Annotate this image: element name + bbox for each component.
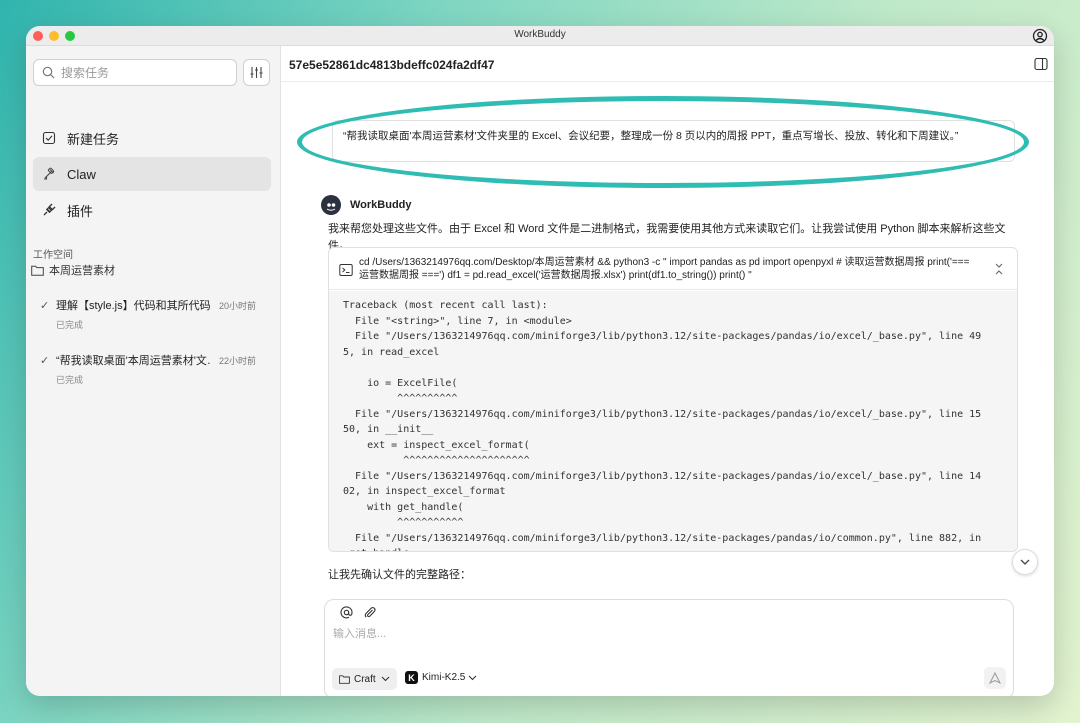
nav-claw[interactable]: Claw [33,157,271,191]
new-task-icon [41,130,57,146]
sidebar: 新建任务 Claw 插件 工作空间 本周运营素材 ✓ 理解【style.js】代… [26,46,281,696]
send-button[interactable] [984,667,1006,689]
task-title: 理解【style.js】代码和其所代码… [56,300,211,312]
user-account-icon[interactable] [1032,28,1048,44]
command-text: cd /Users/1363214976qq.com/Desktop/本周运营素… [359,257,970,281]
task-title: “帮我读取桌面'本周运营素材'文… [56,355,211,367]
title-bar: WorkBuddy [26,26,1054,46]
bot-header: WorkBuddy [321,195,412,215]
chevron-down-icon [381,676,390,682]
traceback-text: Traceback (most recent call last): File … [343,300,982,551]
claw-icon [41,166,57,182]
model-label: Kimi-K2.5 [422,672,466,683]
nav-plugins[interactable]: 插件 [33,193,271,227]
window-title: WorkBuddy [514,29,566,40]
toggle-panel-icon[interactable] [1034,57,1048,71]
plugin-icon [41,202,57,218]
command-output[interactable]: Traceback (most recent call last): File … [329,291,1017,551]
user-message-bubble: “帮我读取桌面'本周运营素材'文件夹里的 Excel、会议纪要，整理成一份 8 … [332,120,1015,162]
bot-avatar-icon [321,195,341,215]
command-header[interactable]: cd /Users/1363214976qq.com/Desktop/本周运营素… [329,248,1017,290]
mode-select-button[interactable]: Craft [332,668,397,690]
composer-tools [340,606,386,619]
collapse-icon[interactable] [993,262,1005,276]
folder-icon [31,265,44,276]
task-time: 22小时前 [219,355,257,366]
nav-new-task[interactable]: 新建任务 [33,121,271,155]
terminal-icon [339,264,353,276]
workspace-label: 工作空间 [33,250,73,261]
app-window: WorkBuddy 搜索任务 新建任务 Claw 插件 工作空间 本周运营素材 … [26,26,1054,696]
task-item[interactable]: ✓ “帮我读取桌面'本周运营素材'文… 22小时前 已完成 [40,352,270,386]
command-output-card: cd /Users/1363214976qq.com/Desktop/本周运营素… [328,247,1018,552]
chevron-down-icon [468,675,477,680]
mention-icon[interactable] [340,606,353,619]
folder-icon [339,674,350,684]
model-logo-icon: K [405,671,418,684]
task-search-input[interactable] [61,65,221,80]
workspace-folder[interactable]: 本周运营素材 [31,262,115,278]
workspace-folder-name: 本周运营素材 [49,265,115,277]
task-status: 已完成 [56,375,84,385]
message-input[interactable] [333,628,993,640]
message-composer: Craft K Kimi-K2.5 [324,599,1014,696]
task-search-box[interactable] [33,59,237,86]
bot-followup-text: 让我先确认文件的完整路径： [328,569,471,581]
nav-new-task-label: 新建任务 [67,131,120,147]
check-icon: ✓ [40,354,50,367]
nav-plugins-label: 插件 [67,203,94,219]
search-icon [42,66,55,79]
filter-button[interactable] [243,59,270,86]
check-icon: ✓ [40,299,50,312]
chat-panel: 57e5e52861dc4813bdeffc024fa2df47 “帮我读取桌面… [281,46,1054,696]
scroll-to-bottom-button[interactable] [1012,549,1038,575]
session-id: 57e5e52861dc4813bdeffc024fa2df47 [289,58,495,72]
task-item[interactable]: ✓ 理解【style.js】代码和其所代码… 20小时前 已完成 [40,297,270,331]
mode-label: Craft [354,673,376,685]
task-time: 20小时前 [219,300,257,311]
chat-header: 57e5e52861dc4813bdeffc024fa2df47 [281,46,1054,82]
task-status: 已完成 [56,320,84,330]
bot-name: WorkBuddy [350,199,412,211]
attach-icon[interactable] [363,606,376,619]
model-select-button[interactable]: K Kimi-K2.5 [405,671,477,684]
chevron-down-icon [1020,559,1030,565]
filter-sliders-icon [250,67,263,78]
send-icon [989,672,1001,684]
nav-claw-label: Claw [67,166,96,182]
